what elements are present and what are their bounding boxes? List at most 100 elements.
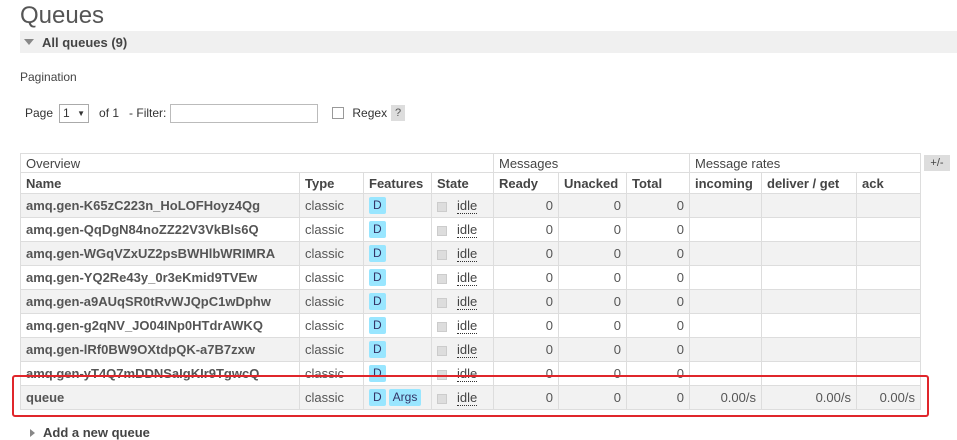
ready-count: 0 <box>493 337 559 362</box>
group-message-rates: Message rates <box>689 153 921 173</box>
pagination-label: Pagination <box>20 70 77 84</box>
col-unacked[interactable]: Unacked <box>558 172 627 194</box>
unacked-count: 0 <box>558 385 627 410</box>
queue-state: idle <box>431 217 494 242</box>
ready-count: 0 <box>493 313 559 338</box>
col-features[interactable]: Features <box>363 172 432 194</box>
total-count: 0 <box>626 337 690 362</box>
queue-features: D <box>363 265 432 290</box>
feature-tag[interactable]: D <box>369 293 386 310</box>
feature-tag[interactable]: Args <box>388 389 422 406</box>
queue-type: classic <box>299 337 364 362</box>
queue-name-link[interactable]: amq.gen-yT4Q7mDDNSaIgKIr9TgwcQ <box>20 361 300 386</box>
state-indicator-icon <box>437 201 447 212</box>
ready-count: 0 <box>493 361 559 386</box>
ready-count: 0 <box>493 289 559 314</box>
dropdown-arrow-icon: ▼ <box>77 108 86 118</box>
incoming-rate <box>689 313 762 338</box>
ack-rate <box>856 241 921 266</box>
queue-features: D <box>363 361 432 386</box>
ack-rate <box>856 289 921 314</box>
columns-toggle-button[interactable]: +/- <box>924 155 950 171</box>
state-indicator-icon <box>437 225 447 236</box>
table-row: amq.gen-YQ2Re43y_0r3eKmid9TVEw classic Did… <box>20 265 921 290</box>
queue-name-link[interactable]: amq.gen-YQ2Re43y_0r3eKmid9TVEw <box>20 265 300 290</box>
state-text: idle <box>457 318 478 334</box>
feature-tag[interactable]: D <box>369 365 386 382</box>
queue-features: D <box>363 241 432 266</box>
queue-type: classic <box>299 241 364 266</box>
ack-rate <box>856 361 921 386</box>
state-text: idle <box>457 294 478 310</box>
queue-name-link[interactable]: queue <box>20 385 300 410</box>
ready-count: 0 <box>493 241 559 266</box>
total-count: 0 <box>626 217 690 242</box>
state-indicator-icon <box>437 369 447 380</box>
deliver-get-rate <box>761 265 857 290</box>
expand-triangle-icon <box>30 428 35 437</box>
unacked-count: 0 <box>558 313 627 338</box>
queue-features: D <box>363 217 432 242</box>
col-type[interactable]: Type <box>299 172 364 194</box>
table-row: queue classic D Args idle 0 0 0 0.00/s 0.00/s 0.00… <box>20 385 921 410</box>
ready-count: 0 <box>493 385 559 410</box>
feature-tag[interactable]: D <box>369 341 386 358</box>
table-row: amq.gen-QqDgN84noZZ22V3VkBls6Q classic Did… <box>20 217 921 242</box>
col-ack[interactable]: ack <box>856 172 921 194</box>
all-queues-toggle[interactable]: All queues (9) <box>20 31 957 53</box>
feature-tag[interactable]: D <box>369 389 386 406</box>
table-row: amq.gen-yT4Q7mDDNSaIgKIr9TgwcQ classic Did… <box>20 361 921 386</box>
queue-name-link[interactable]: amq.gen-a9AUqSR0tRvWJQpC1wDphw <box>20 289 300 314</box>
col-ready[interactable]: Ready <box>493 172 559 194</box>
incoming-rate <box>689 289 762 314</box>
ready-count: 0 <box>493 193 559 218</box>
ack-rate <box>856 193 921 218</box>
queue-name-link[interactable]: amq.gen-K65zC223n_HoLOFHoyz4Qg <box>20 193 300 218</box>
col-name[interactable]: Name <box>20 172 300 194</box>
state-text: idle <box>457 366 478 382</box>
feature-tag[interactable]: D <box>369 269 386 286</box>
queue-name-link[interactable]: amq.gen-g2qNV_JO04INp0HTdrAWKQ <box>20 313 300 338</box>
queue-name-link[interactable]: amq.gen-WGqVZxUZ2psBWHlbWRIMRA <box>20 241 300 266</box>
feature-tag[interactable]: D <box>369 317 386 334</box>
queue-type: classic <box>299 385 364 410</box>
queue-state: idle <box>431 289 494 314</box>
incoming-rate: 0.00/s <box>689 385 762 410</box>
collapse-triangle-icon <box>24 39 34 45</box>
feature-tag[interactable]: D <box>369 197 386 214</box>
queue-features: D Args <box>363 385 432 410</box>
queue-name-link[interactable]: amq.gen-lRf0BW9OXtdpQK-a7B7zxw <box>20 337 300 362</box>
table-row: amq.gen-lRf0BW9OXtdpQK-a7B7zxw classic Did… <box>20 337 921 362</box>
unacked-count: 0 <box>558 337 627 362</box>
total-count: 0 <box>626 385 690 410</box>
deliver-get-rate <box>761 313 857 338</box>
col-state[interactable]: State <box>431 172 494 194</box>
feature-tag[interactable]: D <box>369 245 386 262</box>
state-text: idle <box>457 246 478 262</box>
page-select[interactable]: 1 ▼ <box>59 103 90 123</box>
total-count: 0 <box>626 241 690 266</box>
unacked-count: 0 <box>558 361 627 386</box>
total-count: 0 <box>626 289 690 314</box>
table-row: amq.gen-a9AUqSR0tRvWJQpC1wDphw classic Did… <box>20 289 921 314</box>
queue-name-link[interactable]: amq.gen-QqDgN84noZZ22V3VkBls6Q <box>20 217 300 242</box>
help-button[interactable]: ? <box>391 105 406 121</box>
col-incoming[interactable]: incoming <box>689 172 762 194</box>
queue-features: D <box>363 193 432 218</box>
page-label: Page <box>25 106 54 120</box>
regex-checkbox[interactable] <box>332 107 345 119</box>
state-text: idle <box>457 390 478 406</box>
unacked-count: 0 <box>558 217 627 242</box>
incoming-rate <box>689 361 762 386</box>
state-text: idle <box>457 222 478 238</box>
incoming-rate <box>689 193 762 218</box>
queue-state: idle <box>431 337 494 362</box>
regex-label: Regex <box>352 106 388 120</box>
col-total[interactable]: Total <box>626 172 690 194</box>
col-deliver-get[interactable]: deliver / get <box>761 172 857 194</box>
unacked-count: 0 <box>558 265 627 290</box>
feature-tag[interactable]: D <box>369 221 386 238</box>
pagination-controls: Page 1 ▼ of 1 - Filter: Regex ? <box>25 102 406 124</box>
filter-input[interactable] <box>170 103 319 123</box>
page-title: Queues <box>20 2 105 29</box>
